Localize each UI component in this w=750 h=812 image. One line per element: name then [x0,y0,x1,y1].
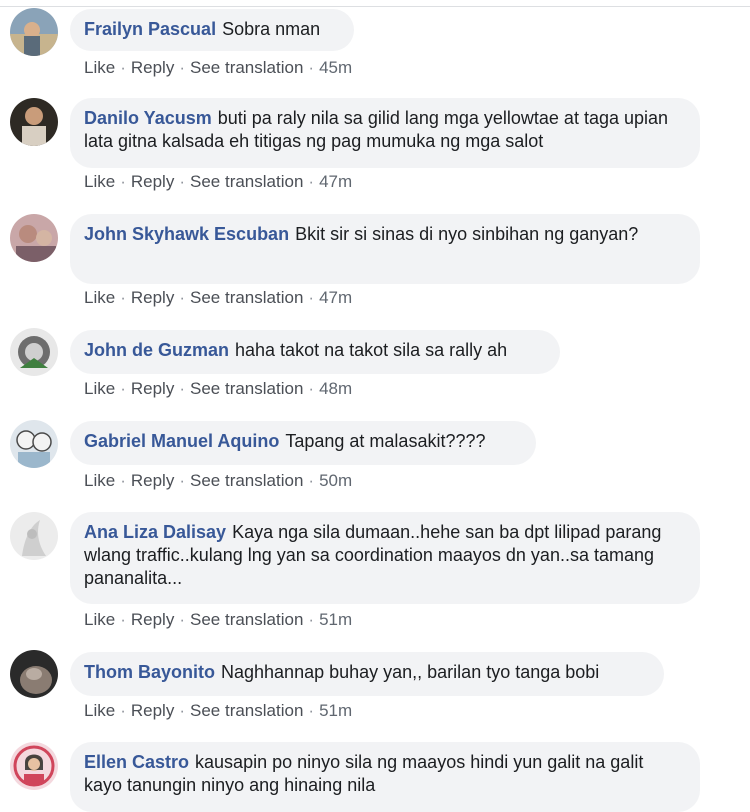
separator: · [308,58,315,77]
comment-bubble: Thom Bayonito Naghhannap buhay yan,, bari… [70,652,664,696]
comment-actions: Like · Reply · See translation · 47m [84,288,352,308]
avatar[interactable] [10,512,58,560]
separator: · [120,58,126,77]
see-translation-link[interactable]: See translation [190,379,303,398]
separator: · [308,288,315,307]
reply-button[interactable]: Reply [131,701,174,720]
comment-bubble: Gabriel Manuel Aquino Tapang at malasakit… [70,421,536,465]
avatar[interactable] [10,8,58,56]
comment-timestamp[interactable]: 47m [319,172,352,191]
like-button[interactable]: Like [84,610,115,629]
separator: · [179,58,185,77]
reply-button[interactable]: Reply [131,471,174,490]
see-translation-link[interactable]: See translation [190,172,303,191]
reply-button[interactable]: Reply [131,172,174,191]
comment-text: Naghhannap buhay yan,, barilan tyo tanga… [221,662,600,682]
separator: · [308,379,315,398]
like-button[interactable]: Like [84,58,115,77]
comment-actions: Like · Reply · See translation · 48m [84,379,352,399]
comment-author[interactable]: John Skyhawk Escuban [84,224,289,244]
comment-text: Tapang at malasakit???? [285,431,486,451]
avatar[interactable] [10,328,58,376]
avatar[interactable] [10,650,58,698]
separator: · [308,610,315,629]
profile-photo-icon [10,650,58,698]
separator: · [308,172,315,191]
profile-photo-icon [10,8,58,56]
comment-actions: Like · Reply · See translation · 50m [84,471,352,491]
like-button[interactable]: Like [84,172,115,191]
comment-bubble: Ana Liza Dalisay Kaya nga sila dumaan..he… [70,512,700,604]
comment-text: Sobra nman [222,19,321,39]
comment-bubble: Ellen Castro kausapin po ninyo sila ng ma… [70,742,700,812]
comment-author[interactable]: Ellen Castro [84,752,189,772]
comment-timestamp[interactable]: 51m [319,701,352,720]
comment-timestamp[interactable]: 50m [319,471,352,490]
comment-timestamp[interactable]: 47m [319,288,352,307]
separator: · [179,471,185,490]
comment-timestamp[interactable]: 51m [319,610,352,629]
like-button[interactable]: Like [84,471,115,490]
comment-author[interactable]: Ana Liza Dalisay [84,522,226,542]
reply-button[interactable]: Reply [131,58,174,77]
comment-author[interactable]: Gabriel Manuel Aquino [84,431,279,451]
separator: · [120,701,126,720]
avatar[interactable] [10,214,58,262]
see-translation-link[interactable]: See translation [190,288,303,307]
profile-photo-icon [10,512,58,560]
separator: · [308,701,315,720]
separator: · [120,172,126,191]
profile-photo-icon [10,742,58,790]
comment-bubble: John de Guzman haha takot na takot sila s… [70,330,560,374]
separator: · [179,379,185,398]
comment-timestamp[interactable]: 45m [319,58,352,77]
comment-text: Bkit sir si sinas di nyo sinbihan ng gan… [295,224,639,244]
avatar[interactable] [10,742,58,790]
comment-bubble: Danilo Yacusm buti pa raly nila sa gilid … [70,98,700,168]
reply-button[interactable]: Reply [131,379,174,398]
like-button[interactable]: Like [84,379,115,398]
comment-author[interactable]: Danilo Yacusm [84,108,212,128]
separator: · [120,288,126,307]
separator: · [120,379,126,398]
comment-bubble: Frailyn Pascual Sobra nman [70,9,354,51]
separator: · [179,701,185,720]
reply-button[interactable]: Reply [131,610,174,629]
see-translation-link[interactable]: See translation [190,471,303,490]
comment-timestamp[interactable]: 48m [319,379,352,398]
separator: · [120,610,126,629]
comment-actions: Like · Reply · See translation · 51m [84,610,352,630]
avatar[interactable] [10,420,58,468]
see-translation-link[interactable]: See translation [190,701,303,720]
comment-author[interactable]: Thom Bayonito [84,662,215,682]
comment-actions: Like · Reply · See translation · 45m [84,58,352,78]
comment-actions: Like · Reply · See translation · 47m [84,172,352,192]
comment-bubble: John Skyhawk Escuban Bkit sir si sinas di… [70,214,700,284]
profile-photo-icon [10,98,58,146]
reply-button[interactable]: Reply [131,288,174,307]
separator: · [179,610,185,629]
separator: · [120,471,126,490]
separator: · [308,471,315,490]
separator: · [179,172,185,191]
separator: · [179,288,185,307]
profile-photo-icon [10,328,58,376]
comment-actions: Like · Reply · See translation · 51m [84,701,352,721]
comment-author[interactable]: John de Guzman [84,340,229,360]
profile-photo-icon [10,420,58,468]
like-button[interactable]: Like [84,701,115,720]
top-divider [0,6,750,7]
avatar[interactable] [10,98,58,146]
see-translation-link[interactable]: See translation [190,58,303,77]
profile-photo-icon [10,214,58,262]
comment-author[interactable]: Frailyn Pascual [84,19,216,39]
comment-text: haha takot na takot sila sa rally ah [235,340,508,360]
like-button[interactable]: Like [84,288,115,307]
see-translation-link[interactable]: See translation [190,610,303,629]
